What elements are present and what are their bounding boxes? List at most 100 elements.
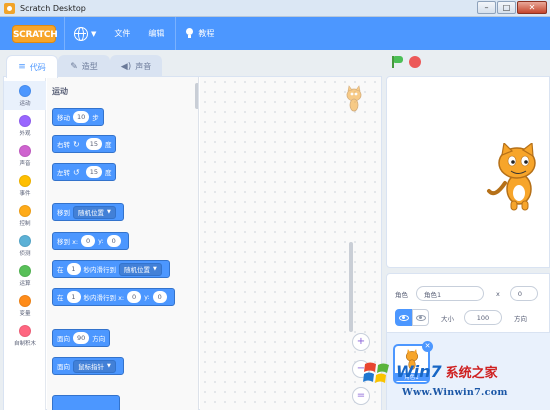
category-label: 自制积木	[13, 341, 36, 347]
scratch-logo[interactable]: SCRATCH	[12, 24, 58, 43]
block-text: y:	[98, 237, 104, 245]
block-number-input[interactable]: 15	[85, 138, 102, 150]
language-menu[interactable]: ▼	[65, 17, 105, 50]
size-input[interactable]: 100	[464, 310, 502, 325]
category-item[interactable]: 控制	[4, 201, 46, 230]
chevron-down-icon: ▼	[91, 29, 97, 38]
x-label: x	[496, 289, 500, 298]
block-number-input[interactable]: 10	[73, 111, 90, 123]
watermark-url: Www.Winwin7.com	[402, 387, 508, 398]
direction-label: 方向	[514, 314, 527, 323]
block-number-input[interactable]: 90	[73, 332, 90, 344]
maximize-button[interactable]: □	[497, 1, 516, 14]
block-text: 面向	[57, 335, 70, 343]
tutorials-menu[interactable]: 教程	[176, 17, 223, 50]
category-label: 运动	[19, 101, 31, 107]
category-item[interactable]: 外观	[4, 111, 46, 140]
watermark-brand-cn: 系统之家	[445, 366, 498, 381]
block-text: 移到	[57, 209, 70, 217]
block-turn-left[interactable]: 左转 ↺ 15 度	[52, 163, 117, 181]
sprite-thumbnail-icon	[346, 85, 362, 112]
show-sprite-button[interactable]	[395, 309, 412, 326]
category-color-icon	[19, 265, 31, 277]
category-color-icon	[19, 115, 31, 127]
speaker-icon: ◀)	[120, 61, 132, 72]
tab-sounds[interactable]: ◀) 声音	[110, 55, 162, 77]
stage[interactable]	[386, 76, 550, 268]
block-point-towards[interactable]: 面向 鼠标指针 ▼	[52, 357, 124, 375]
cat-sprite[interactable]	[485, 143, 550, 213]
category-item[interactable]: 变量	[4, 291, 46, 320]
block-x-input[interactable]: 0	[81, 235, 96, 247]
category-label: 外观	[19, 131, 31, 137]
category-item[interactable]: 运算	[4, 261, 46, 290]
category-label: 变量	[19, 311, 31, 317]
workspace-scrollbar[interactable]	[349, 242, 353, 332]
block-dropdown[interactable]: 鼠标指针 ▼	[73, 359, 116, 373]
palette-scrollbar[interactable]	[195, 83, 198, 109]
close-button[interactable]: ✕	[517, 1, 547, 14]
category-label: 事件	[19, 191, 31, 197]
rotate-right-icon: ↻	[73, 139, 80, 149]
tab-code[interactable]: ≡ 代码	[6, 55, 58, 78]
green-flag-icon[interactable]	[391, 56, 403, 68]
file-menu[interactable]: 文件	[105, 17, 139, 50]
block-glide-xy[interactable]: 在 1 秒内滑行到 x: 0 y: 0	[52, 288, 175, 306]
delete-sprite-icon[interactable]: ✕	[422, 341, 433, 352]
block-dropdown[interactable]: 随机位置 ▼	[119, 262, 162, 276]
sprite-name-input[interactable]: 角色1	[416, 286, 484, 301]
edit-menu[interactable]: 编辑	[139, 17, 173, 50]
block-partial[interactable]	[52, 395, 120, 410]
block-text: 移动	[57, 114, 70, 122]
eye-slash-icon	[415, 314, 426, 321]
chevron-down-icon: ▼	[153, 266, 157, 272]
block-secs-input[interactable]: 1	[66, 291, 81, 303]
menu-bar: SCRATCH ▼ 文件 编辑 教程	[0, 17, 550, 50]
category-color-icon	[19, 145, 31, 157]
category-label: 侦测	[19, 251, 31, 257]
category-item[interactable]: 运动	[4, 81, 46, 110]
block-glide-random[interactable]: 在 1 秒内滑行到 随机位置 ▼	[52, 260, 170, 278]
x-position-input[interactable]: 0	[509, 286, 538, 301]
zoom-in-icon[interactable]: +	[352, 333, 370, 351]
category-color-icon	[19, 325, 31, 337]
script-workspace[interactable]: + − =	[200, 77, 381, 410]
category-item[interactable]: 自制积木	[4, 321, 46, 350]
category-color-icon	[19, 295, 31, 307]
palette-section-title: 运动	[52, 87, 68, 96]
scratch-app-icon	[4, 2, 15, 14]
block-text: 在	[57, 294, 64, 302]
block-text: 面向	[57, 363, 70, 371]
category-item[interactable]: 事件	[4, 171, 46, 200]
watermark: Win7 系统之家 Www.Winwin7.com	[362, 354, 550, 410]
block-dropdown[interactable]: 随机位置 ▼	[73, 205, 116, 219]
block-move-steps[interactable]: 移动 10 步	[52, 108, 104, 126]
window-controls: – □ ✕	[477, 1, 547, 14]
block-text: 方向	[92, 335, 106, 343]
tab-costumes[interactable]: ✎ 造型	[58, 55, 110, 77]
block-secs-input[interactable]: 1	[66, 263, 81, 275]
block-turn-right[interactable]: 右转 ↻ 15 度	[52, 135, 117, 153]
sprite-props-row: 大小 100 方向	[395, 309, 527, 326]
sprite-label: 角色	[395, 290, 408, 299]
block-number-input[interactable]: 15	[85, 166, 102, 178]
category-color-icon	[19, 85, 31, 97]
block-goto-xy[interactable]: 移到 x: 0 y: 0	[52, 232, 129, 250]
block-text: 度	[104, 169, 112, 177]
editor-tabs: ≡ 代码 ✎ 造型 ◀) 声音	[0, 50, 382, 78]
block-y-input[interactable]: 0	[106, 235, 121, 247]
block-goto-random[interactable]: 移到 随机位置 ▼	[52, 203, 124, 221]
block-point-direction[interactable]: 面向 90 方向	[52, 329, 111, 347]
stop-icon[interactable]	[409, 56, 421, 68]
category-label: 运算	[19, 281, 31, 287]
brush-icon: ✎	[70, 61, 78, 72]
category-item[interactable]: 声音	[4, 141, 46, 170]
block-x-input[interactable]: 0	[127, 291, 142, 303]
block-text: 右转	[57, 141, 70, 149]
block-y-input[interactable]: 0	[152, 291, 167, 303]
minimize-button[interactable]: –	[477, 1, 496, 14]
block-text: 在	[57, 266, 64, 274]
windows-logo-icon	[363, 362, 389, 383]
hide-sprite-button[interactable]	[412, 309, 429, 326]
category-item[interactable]: 侦测	[4, 231, 46, 260]
